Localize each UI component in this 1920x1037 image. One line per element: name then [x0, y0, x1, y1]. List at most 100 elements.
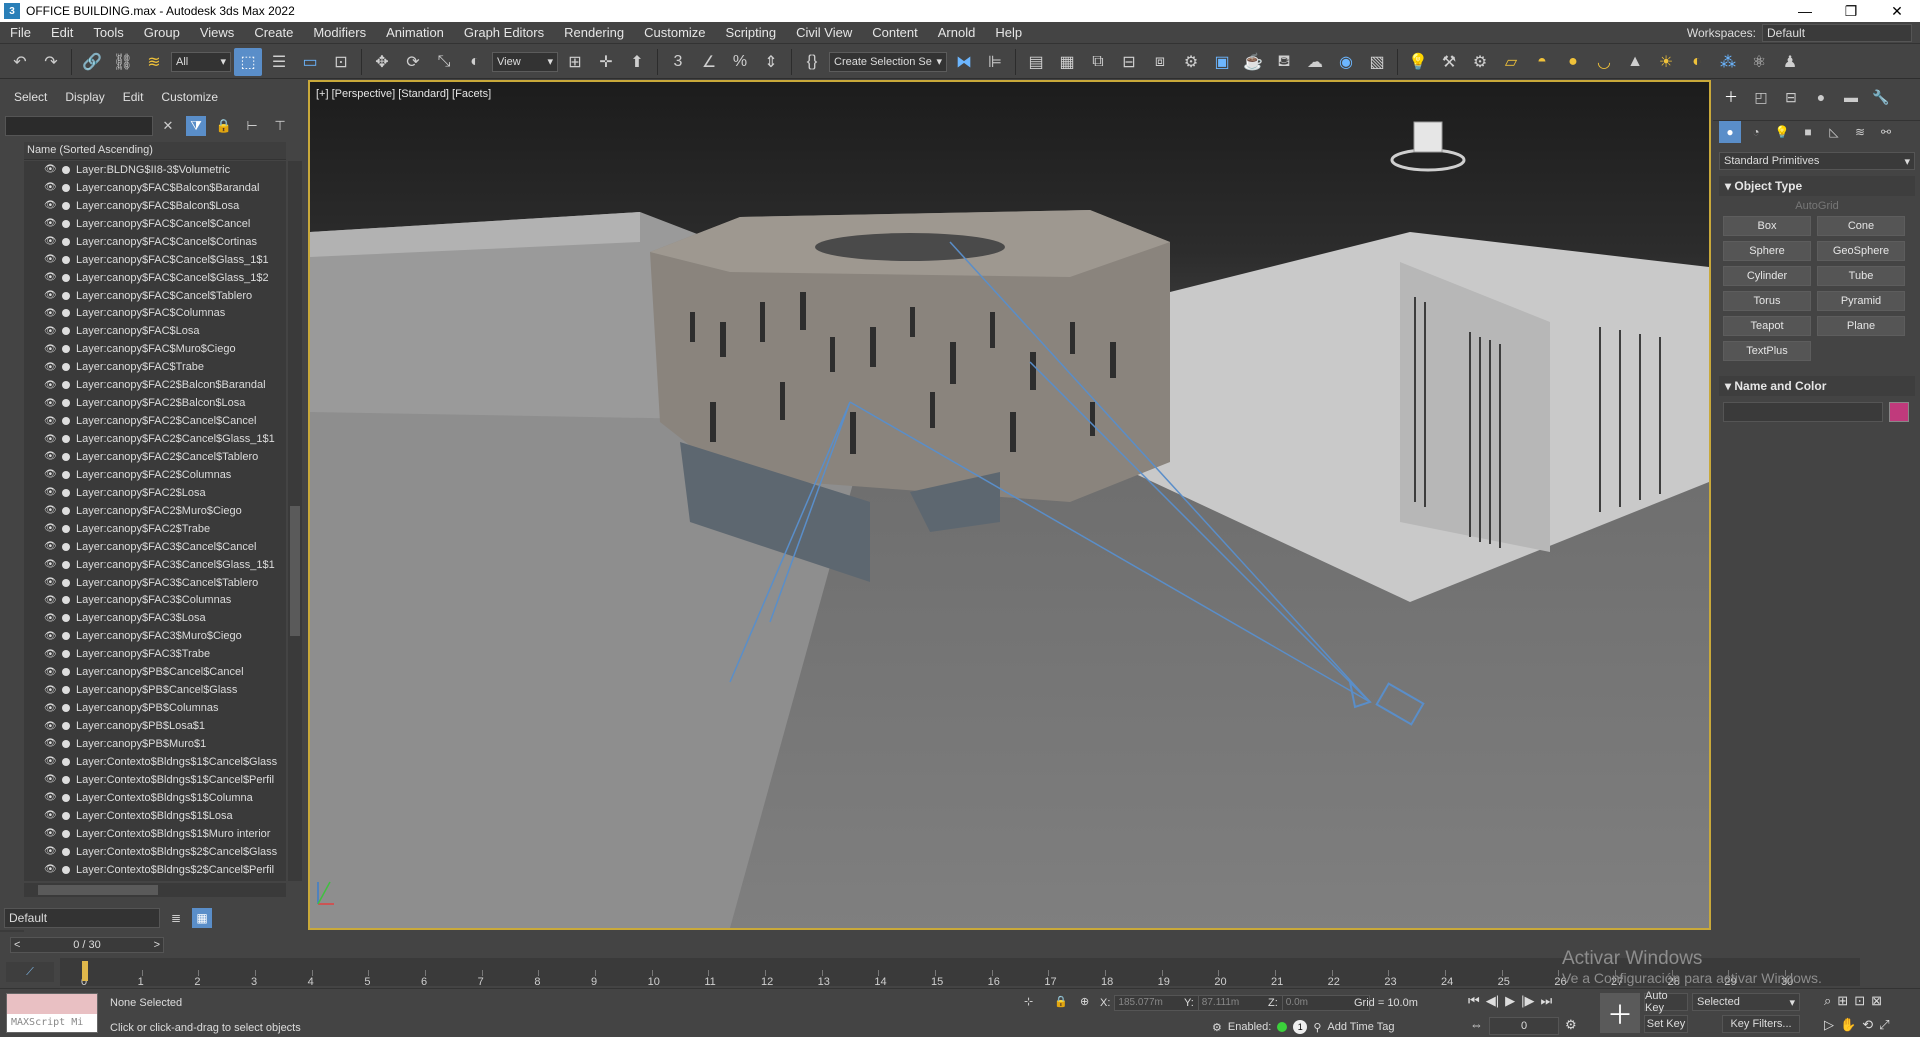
menu-views[interactable]: Views	[190, 25, 244, 40]
freeze-toggle-icon[interactable]	[62, 435, 70, 444]
freeze-toggle-icon[interactable]	[62, 291, 70, 300]
visibility-eye-icon[interactable]: 👁	[44, 451, 58, 462]
visibility-eye-icon[interactable]: 👁	[44, 864, 58, 875]
list-item[interactable]: 👁 Layer:canopy$FAC2$Muro$Ciego	[24, 502, 286, 520]
zoom-extents-icon[interactable]: ⊡	[1854, 993, 1865, 1009]
list-item[interactable]: 👁 Layer:canopy$PB$Cancel$Glass	[24, 681, 286, 699]
arnold-render-icon[interactable]: ◉	[1332, 48, 1360, 76]
lock-selection-icon[interactable]: 🔒	[1054, 995, 1068, 1008]
list-item[interactable]: 👁 Layer:canopy$FAC$Balcon$Losa	[24, 197, 286, 215]
unlink-icon[interactable]: ⛓	[109, 48, 137, 76]
freeze-toggle-icon[interactable]	[62, 506, 70, 515]
plane-button[interactable]: Plane	[1817, 316, 1905, 336]
freeze-toggle-icon[interactable]	[62, 542, 70, 551]
list-item[interactable]: 👁 Layer:canopy$FAC2$Cancel$Glass_1$1	[24, 430, 286, 448]
list-item[interactable]: 👁 Layer:Contexto$Bldngs$2$Cancel$Glass	[24, 843, 286, 861]
visibility-eye-icon[interactable]: 👁	[44, 792, 58, 803]
freeze-toggle-icon[interactable]	[62, 793, 70, 802]
list-item[interactable]: 👁 Layer:canopy$FAC$Balcon$Barandal	[24, 179, 286, 197]
layers-icon[interactable]: ≣	[166, 908, 186, 928]
visibility-eye-icon[interactable]: 👁	[44, 308, 58, 319]
freeze-toggle-icon[interactable]	[62, 775, 70, 784]
cone-button[interactable]: Cone	[1817, 216, 1905, 236]
info-icon[interactable]: 1	[1293, 1020, 1308, 1034]
sky-dome-icon[interactable]: ◓	[1528, 48, 1556, 76]
menu-rendering[interactable]: Rendering	[554, 25, 634, 40]
freeze-toggle-icon[interactable]	[62, 219, 70, 228]
visibility-eye-icon[interactable]: 👁	[44, 559, 58, 570]
toggle-ribbon-icon[interactable]: ▦	[1053, 48, 1081, 76]
freeze-toggle-icon[interactable]	[62, 668, 70, 677]
freeze-toggle-icon[interactable]	[62, 201, 70, 210]
perspective-viewport[interactable]: [+] [Perspective] [Standard] [Facets]	[308, 80, 1711, 930]
freeze-toggle-icon[interactable]	[62, 811, 70, 820]
layer-dropdown[interactable]: Default	[4, 908, 160, 928]
freeze-toggle-icon[interactable]	[62, 650, 70, 659]
maxscript-output[interactable]	[7, 994, 97, 1014]
visibility-eye-icon[interactable]: 👁	[44, 272, 58, 283]
window-crossing-icon[interactable]: ⊡	[327, 48, 355, 76]
visibility-eye-icon[interactable]: 👁	[44, 469, 58, 480]
workspace-dropdown[interactable]: Default	[1762, 23, 1912, 42]
visibility-eye-icon[interactable]: 👁	[44, 774, 58, 785]
isolate-icon[interactable]: ⊹	[1024, 995, 1033, 1008]
render-cloud-icon[interactable]: ☁	[1301, 48, 1329, 76]
list-item[interactable]: 👁 Layer:Contexto$Bldngs$1$Cancel$Perfil	[24, 771, 286, 789]
freeze-toggle-icon[interactable]	[62, 722, 70, 731]
tab-display[interactable]: Display	[65, 90, 104, 104]
freeze-toggle-icon[interactable]	[62, 237, 70, 246]
list-item[interactable]: 👁 Layer:canopy$FAC$Columnas	[24, 305, 286, 323]
freeze-toggle-icon[interactable]	[62, 704, 70, 713]
keyboard-shortcut-icon[interactable]: ⬆	[623, 48, 651, 76]
play-icon[interactable]: ▶	[1505, 993, 1515, 1009]
list-item[interactable]: 👁 Layer:canopy$FAC3$Losa	[24, 609, 286, 627]
zoom-extents-all-icon[interactable]: ⊠	[1871, 993, 1882, 1009]
list-item[interactable]: 👁 Layer:canopy$FAC$Cancel$Glass_1$2	[24, 269, 286, 287]
next-frame-icon[interactable]: |▶	[1521, 993, 1534, 1009]
systems-icon[interactable]: ⚯	[1875, 121, 1897, 143]
lights-icon[interactable]: 💡	[1771, 121, 1793, 143]
visibility-eye-icon[interactable]: 👁	[44, 523, 58, 534]
object-name-input[interactable]	[1723, 402, 1883, 422]
mini-curve-editor-icon[interactable]: ⟋	[6, 962, 54, 982]
vertical-scrollbar[interactable]	[288, 161, 302, 881]
scrollbar-thumb[interactable]	[290, 506, 300, 636]
link-icon[interactable]: 🔗	[78, 48, 106, 76]
zoom-all-icon[interactable]: ⊞	[1837, 993, 1848, 1009]
visibility-eye-icon[interactable]: 👁	[44, 667, 58, 678]
visibility-eye-icon[interactable]: 👁	[44, 649, 58, 660]
visibility-eye-icon[interactable]: 👁	[44, 164, 58, 175]
sun-icon[interactable]: ☀	[1652, 48, 1680, 76]
menu-modifiers[interactable]: Modifiers	[303, 25, 376, 40]
list-item[interactable]: 👁 Layer:Contexto$Bldngs$1$Muro interior	[24, 825, 286, 843]
menu-create[interactable]: Create	[244, 25, 303, 40]
teapot-button[interactable]: Teapot	[1723, 316, 1811, 336]
list-item[interactable]: 👁 Layer:canopy$FAC3$Muro$Ciego	[24, 627, 286, 645]
freeze-toggle-icon[interactable]	[62, 757, 70, 766]
visibility-eye-icon[interactable]: 👁	[44, 487, 58, 498]
viewport-label[interactable]: [+] [Perspective] [Standard] [Facets]	[316, 88, 491, 100]
tube-button[interactable]: Tube	[1817, 266, 1905, 286]
menu-content[interactable]: Content	[862, 25, 928, 40]
maxscript-listener[interactable]: MAXScript Mi	[6, 993, 98, 1033]
visibility-eye-icon[interactable]: 👁	[44, 236, 58, 247]
menu-animation[interactable]: Animation	[376, 25, 454, 40]
prev-frame-button[interactable]: <	[14, 939, 20, 951]
list-item[interactable]: 👁 Layer:canopy$FAC3$Cancel$Cancel	[24, 538, 286, 556]
timeline-knob[interactable]	[82, 961, 88, 981]
selection-filter-dropdown[interactable]: All ▾	[171, 51, 231, 72]
freeze-toggle-icon[interactable]	[62, 739, 70, 748]
spacewarps-icon[interactable]: ≋	[1849, 121, 1871, 143]
list-item[interactable]: 👁 Layer:canopy$FAC2$Losa	[24, 484, 286, 502]
menu-tools[interactable]: Tools	[83, 25, 133, 40]
list-item[interactable]: 👁 Layer:canopy$FAC$Cancel$Tablero	[24, 287, 286, 305]
spinner-snap-icon[interactable]: ⇕	[757, 48, 785, 76]
layer-explorer-icon[interactable]: ▤	[1022, 48, 1050, 76]
viewcube-icon[interactable]	[1390, 121, 1466, 172]
create-tab-icon[interactable]: ＋	[1719, 86, 1743, 108]
visibility-eye-icon[interactable]: 👁	[44, 631, 58, 642]
edit-named-selection-icon[interactable]: {}	[798, 48, 826, 76]
visibility-eye-icon[interactable]: 👁	[44, 416, 58, 427]
angle-snap-icon[interactable]: ∠	[695, 48, 723, 76]
arnold-settings-icon[interactable]: ⚙	[1466, 48, 1494, 76]
